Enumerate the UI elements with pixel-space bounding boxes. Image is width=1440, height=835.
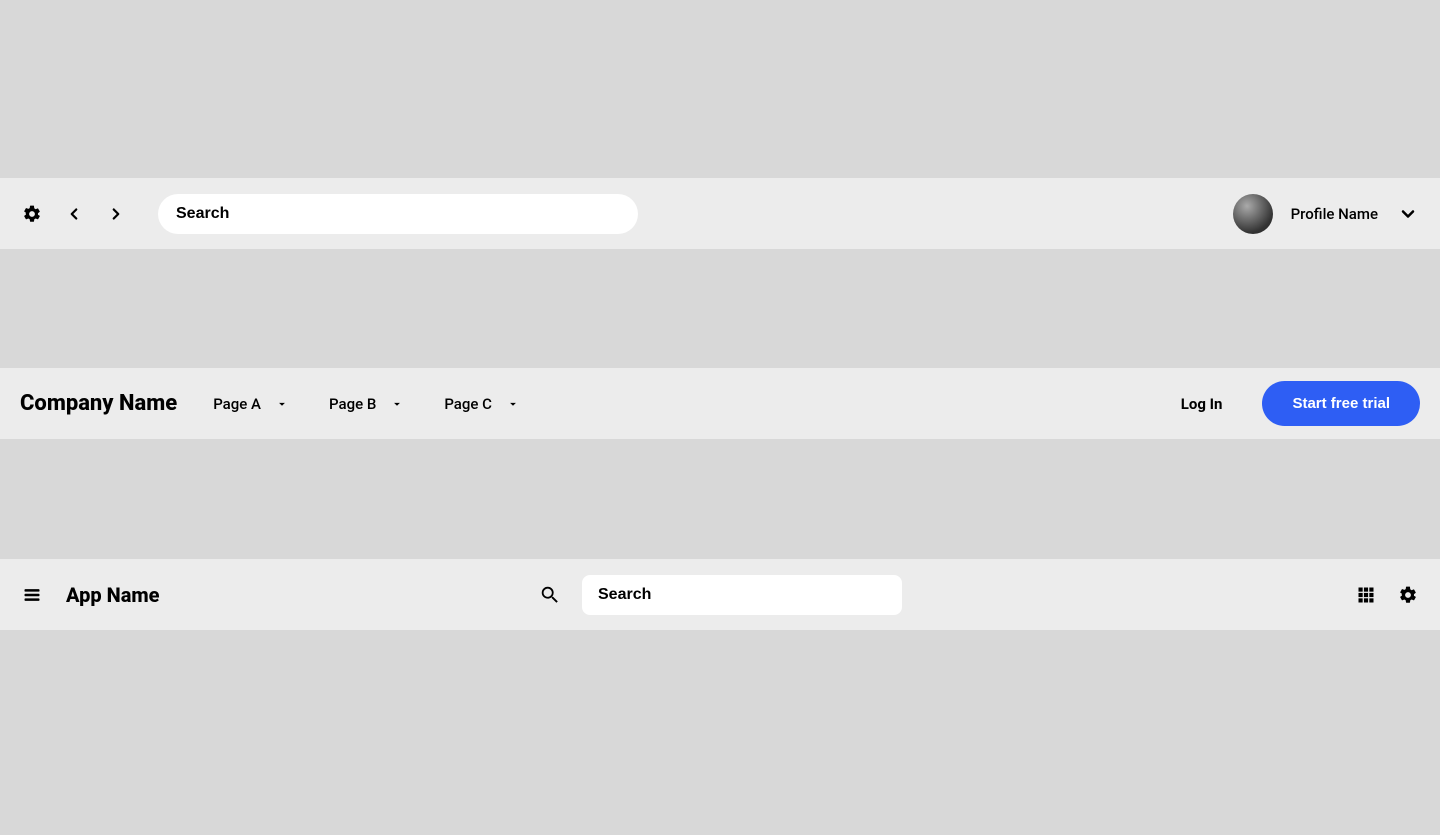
navbar-app: App Name [0,559,1440,630]
settings-button[interactable] [1396,583,1420,607]
hamburger-icon [22,585,42,605]
navbar3-left: App Name [20,583,160,607]
forward-button[interactable] [104,202,128,226]
start-free-trial-button[interactable]: Start free trial [1262,381,1420,426]
chevron-down-icon [275,397,289,411]
back-button[interactable] [62,202,86,226]
navbar3-center [538,575,902,615]
grid-icon [1356,585,1376,605]
nav-page-a[interactable]: Page A [213,395,289,413]
chevron-right-icon [107,205,125,223]
chevron-down-icon [506,397,520,411]
search-field-wrapper [582,575,902,615]
nav-page-label: Page A [213,395,261,413]
avatar[interactable] [1233,194,1273,234]
profile-name-label: Profile Name [1291,205,1378,223]
gear-icon [22,204,42,224]
gear-icon [1398,585,1418,605]
search-input[interactable] [176,205,620,223]
nav-page-label: Page B [329,395,376,413]
navbar1-left [20,194,638,234]
login-link[interactable]: Log In [1181,395,1223,413]
navbar2-right: Log In Start free trial [1181,381,1420,426]
menu-button[interactable] [20,583,44,607]
settings-button[interactable] [20,202,44,226]
navbar1-right: Profile Name [1233,194,1420,234]
chevron-down-icon [1398,204,1418,224]
search-field-wrapper [158,194,638,234]
search-input[interactable] [598,586,886,604]
navbar-company: Company Name Page A Page B Page C Log In… [0,368,1440,439]
chevron-left-icon [65,205,83,223]
company-name: Company Name [20,391,177,416]
search-button[interactable] [538,583,562,607]
apps-button[interactable] [1354,583,1378,607]
navbar3-right [1354,583,1420,607]
nav-page-b[interactable]: Page B [329,395,404,413]
app-name: App Name [66,583,160,607]
nav-page-label: Page C [444,395,492,413]
chevron-down-icon [390,397,404,411]
search-icon [539,584,561,606]
nav-page-c[interactable]: Page C [444,395,520,413]
nav-pages: Page A Page B Page C [213,395,520,413]
navbar-profile: Profile Name [0,178,1440,249]
profile-dropdown-button[interactable] [1396,202,1420,226]
